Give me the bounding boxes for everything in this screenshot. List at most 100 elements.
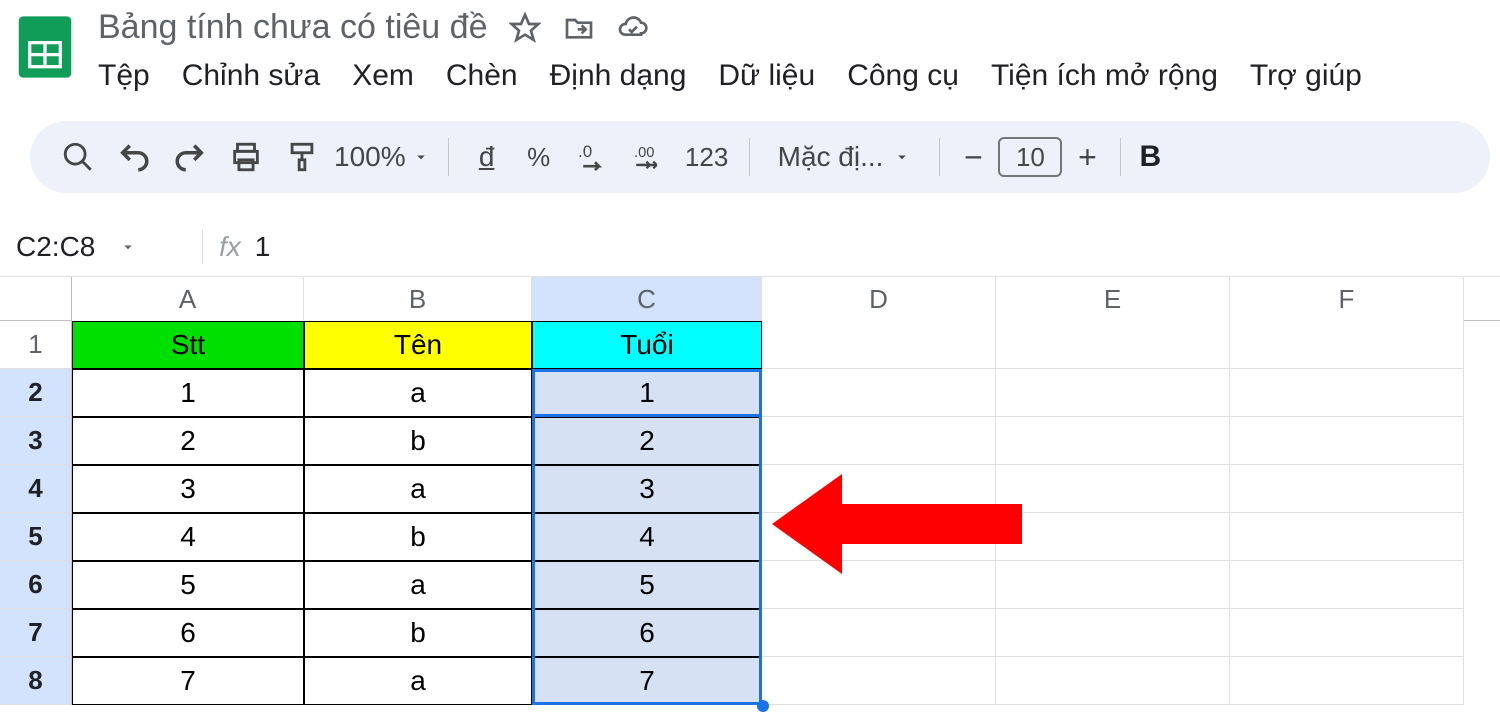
menu-format[interactable]: Định dạng: [550, 59, 687, 93]
cell-D8[interactable]: [762, 657, 996, 705]
print-icon[interactable]: [222, 133, 270, 181]
cell-C5[interactable]: 4: [532, 513, 762, 561]
col-header-F[interactable]: F: [1230, 277, 1464, 321]
cell-D1[interactable]: [762, 321, 996, 369]
row-header-7[interactable]: 7: [0, 609, 72, 657]
cell-E7[interactable]: [996, 609, 1230, 657]
cell-F3[interactable]: [1230, 417, 1464, 465]
row-header-5[interactable]: 5: [0, 513, 72, 561]
row-header-1[interactable]: 1: [0, 321, 72, 369]
percent-button[interactable]: %: [515, 142, 563, 173]
col-header-D[interactable]: D: [762, 277, 996, 321]
cell-F2[interactable]: [1230, 369, 1464, 417]
cell-D2[interactable]: [762, 369, 996, 417]
cell-F5[interactable]: [1230, 513, 1464, 561]
menu-help[interactable]: Trợ giúp: [1250, 59, 1362, 93]
cell-B6[interactable]: a: [304, 561, 532, 609]
cell-C7[interactable]: 6: [532, 609, 762, 657]
cell-E2[interactable]: [996, 369, 1230, 417]
move-folder-icon[interactable]: [563, 12, 595, 44]
redo-icon[interactable]: [166, 133, 214, 181]
cell-A4[interactable]: 3: [72, 465, 304, 513]
row-header-8[interactable]: 8: [0, 657, 72, 705]
cell-C6[interactable]: 5: [532, 561, 762, 609]
doc-title[interactable]: Bảng tính chưa có tiêu đề: [98, 8, 487, 47]
row-header-6[interactable]: 6: [0, 561, 72, 609]
cell-E3[interactable]: [996, 417, 1230, 465]
chevron-down-icon[interactable]: [119, 231, 137, 263]
cell-B8[interactable]: a: [304, 657, 532, 705]
star-icon[interactable]: [509, 12, 541, 44]
cell-B2[interactable]: a: [304, 369, 532, 417]
cell-A8[interactable]: 7: [72, 657, 304, 705]
cloud-saved-icon[interactable]: [617, 12, 649, 44]
cell-F8[interactable]: [1230, 657, 1464, 705]
cell-D3[interactable]: [762, 417, 996, 465]
menu-extensions[interactable]: Tiện ích mở rộng: [991, 59, 1218, 93]
cell-E6[interactable]: [996, 561, 1230, 609]
bold-button[interactable]: B: [1139, 140, 1161, 174]
format-123-button[interactable]: 123: [683, 142, 731, 173]
spreadsheet-grid: A B C D E F 1 2 3 4 5 6 7 8 Stt Tên Tuổi: [0, 277, 1500, 705]
cell-E4[interactable]: [996, 465, 1230, 513]
cell-D7[interactable]: [762, 609, 996, 657]
paint-format-icon[interactable]: [278, 133, 326, 181]
menu-edit[interactable]: Chỉnh sửa: [182, 59, 321, 93]
cell-C8[interactable]: 7: [532, 657, 762, 705]
cell-D4[interactable]: [762, 465, 996, 513]
cell-F1[interactable]: [1230, 321, 1464, 369]
menu-insert[interactable]: Chèn: [446, 59, 518, 93]
cell-B5[interactable]: b: [304, 513, 532, 561]
col-header-A[interactable]: A: [72, 277, 304, 321]
cell-B7[interactable]: b: [304, 609, 532, 657]
cell-C2[interactable]: 1: [532, 369, 762, 417]
cell-F4[interactable]: [1230, 465, 1464, 513]
cell-A5[interactable]: 4: [72, 513, 304, 561]
decrease-decimal-icon[interactable]: .0: [571, 133, 619, 181]
cell-B4[interactable]: a: [304, 465, 532, 513]
cell-A7[interactable]: 6: [72, 609, 304, 657]
name-box[interactable]: C2:C8: [16, 231, 186, 263]
cell-D6[interactable]: [762, 561, 996, 609]
cell-C1[interactable]: Tuổi: [532, 321, 762, 369]
decrease-font-button[interactable]: −: [958, 139, 988, 176]
menu-bar: Tệp Chỉnh sửa Xem Chèn Định dạng Dữ liệu…: [98, 59, 1490, 93]
formula-input[interactable]: 1: [255, 231, 271, 263]
font-size-input[interactable]: 10: [998, 137, 1062, 177]
cell-A1[interactable]: Stt: [72, 321, 304, 369]
zoom-dropdown[interactable]: 100%: [334, 141, 430, 173]
search-icon[interactable]: [54, 133, 102, 181]
cell-C3[interactable]: 2: [532, 417, 762, 465]
font-family-dropdown[interactable]: Mặc đị...: [768, 141, 922, 173]
menu-data[interactable]: Dữ liệu: [718, 59, 815, 93]
cell-F7[interactable]: [1230, 609, 1464, 657]
increase-decimal-icon[interactable]: .00: [627, 133, 675, 181]
select-all-corner[interactable]: [0, 277, 72, 320]
cell-A3[interactable]: 2: [72, 417, 304, 465]
col-header-E[interactable]: E: [996, 277, 1230, 321]
col-header-C[interactable]: C: [532, 277, 762, 321]
cell-A2[interactable]: 1: [72, 369, 304, 417]
cell-B1[interactable]: Tên: [304, 321, 532, 369]
cell-C4[interactable]: 3: [532, 465, 762, 513]
increase-font-button[interactable]: +: [1072, 139, 1102, 176]
name-box-value: C2:C8: [16, 231, 95, 263]
currency-button[interactable]: đ: [467, 141, 507, 173]
sheets-logo[interactable]: [10, 12, 80, 82]
col-header-B[interactable]: B: [304, 277, 532, 321]
cell-B3[interactable]: b: [304, 417, 532, 465]
cell-F6[interactable]: [1230, 561, 1464, 609]
cell-A6[interactable]: 5: [72, 561, 304, 609]
undo-icon[interactable]: [110, 133, 158, 181]
menu-file[interactable]: Tệp: [98, 59, 150, 93]
cell-E8[interactable]: [996, 657, 1230, 705]
separator: [939, 138, 940, 176]
cell-D5[interactable]: [762, 513, 996, 561]
row-header-3[interactable]: 3: [0, 417, 72, 465]
row-header-4[interactable]: 4: [0, 465, 72, 513]
cell-E1[interactable]: [996, 321, 1230, 369]
cell-E5[interactable]: [996, 513, 1230, 561]
menu-tools[interactable]: Công cụ: [847, 59, 959, 93]
row-header-2[interactable]: 2: [0, 369, 72, 417]
menu-view[interactable]: Xem: [352, 59, 414, 93]
